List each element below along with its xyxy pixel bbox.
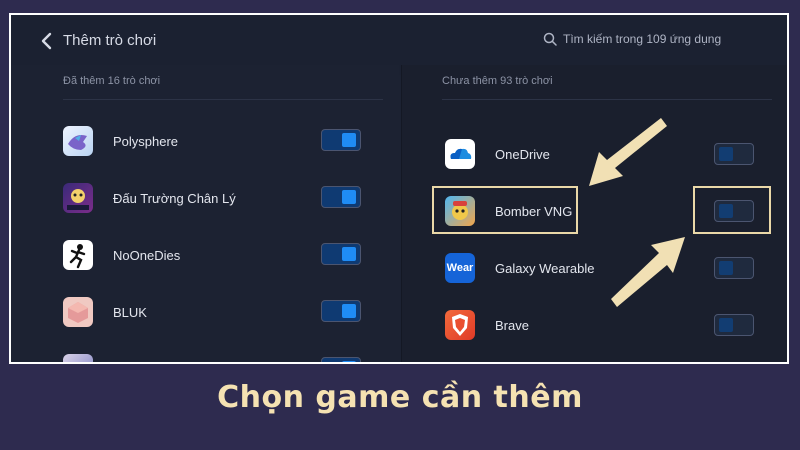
caption: Chọn game cần thêm: [217, 380, 583, 415]
polysphere-icon: [63, 126, 93, 156]
list-item[interactable]: Bomber VNG: [445, 191, 572, 231]
app-name: BLUK: [113, 304, 147, 320]
list-item[interactable]: [63, 349, 113, 362]
bluk-icon: [63, 297, 93, 327]
app-name: NoOneDies: [113, 247, 181, 263]
app-name: Galaxy Wearable: [495, 260, 595, 276]
divider: [63, 99, 383, 100]
list-item[interactable]: Wear Galaxy Wearable: [445, 248, 594, 288]
app-name: Brave: [495, 317, 529, 333]
toggle-switch[interactable]: [714, 257, 754, 279]
toggle-switch[interactable]: [321, 186, 361, 208]
toggle-switch[interactable]: [321, 129, 361, 151]
search-icon: [543, 32, 557, 46]
list-item[interactable]: OneDrive: [445, 134, 550, 174]
toggle-switch[interactable]: [321, 243, 361, 265]
app-name: Đấu Trường Chân Lý: [113, 190, 236, 206]
tft-icon: [63, 183, 93, 213]
list-item[interactable]: Polysphere: [63, 121, 178, 161]
bomber-vng-icon: [445, 196, 475, 226]
not-added-section-label: Chưa thêm 93 trò chơi: [442, 75, 553, 87]
back-button[interactable]: [37, 31, 57, 51]
chevron-left-icon: [41, 32, 52, 50]
partial-app-icon: [63, 354, 93, 362]
app-name: Polysphere: [113, 133, 179, 149]
brave-icon: [445, 310, 475, 340]
noonedies-icon: [63, 240, 93, 270]
not-added-games-panel: Chưa thêm 93 trò chơi OneDrive Bomber VN…: [401, 65, 787, 362]
search-input[interactable]: Tìm kiếm trong 109 ứng dụng: [543, 32, 721, 46]
toggle-switch[interactable]: [714, 143, 754, 165]
search-placeholder: Tìm kiếm trong 109 ứng dụng: [563, 32, 722, 46]
toggle-switch[interactable]: [714, 200, 754, 222]
app-name: OneDrive: [495, 146, 550, 162]
toggle-switch[interactable]: [321, 357, 361, 362]
added-games-panel: Đã thêm 16 trò chơi Polysphere Đấu Trườn…: [11, 65, 399, 362]
list-item[interactable]: BLUK: [63, 292, 147, 332]
list-item[interactable]: Đấu Trường Chân Lý: [63, 178, 236, 218]
wear-icon: Wear: [445, 253, 475, 283]
added-section-label: Đã thêm 16 trò chơi: [63, 75, 161, 87]
app-name: Bomber VNG: [495, 203, 573, 219]
toggle-switch[interactable]: [321, 300, 361, 322]
list-item[interactable]: Brave: [445, 305, 529, 345]
divider: [442, 99, 772, 100]
onedrive-icon: [445, 139, 475, 169]
toggle-switch[interactable]: [714, 314, 754, 336]
page-title: Thêm trò chơi: [63, 32, 157, 49]
screenshot-frame: Thêm trò chơi Tìm kiếm trong 109 ứng dụn…: [9, 13, 789, 364]
list-item[interactable]: NoOneDies: [63, 235, 180, 275]
